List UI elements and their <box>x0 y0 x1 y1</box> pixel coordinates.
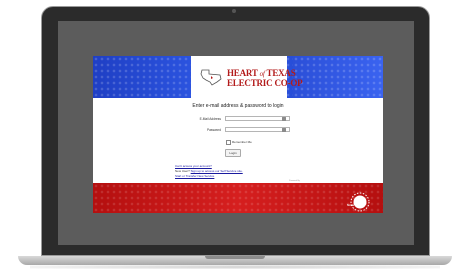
smarthub-badge-text: SmartHub <box>347 203 362 207</box>
header-band-blue-right <box>293 56 383 98</box>
smarthub-badge-icon <box>350 192 370 212</box>
coop-logo: HEART of TEXAS ELECTRIC CO-OP <box>191 56 303 98</box>
key-icon <box>282 127 286 132</box>
password-label: Password <box>207 128 221 132</box>
transfer-service-link[interactable]: Start or Transfer New Service <box>175 174 214 178</box>
remember-me-label: Remember Me <box>232 139 252 144</box>
logo-heart-of-texas: HEART of TEXAS <box>227 68 296 78</box>
laptop-shadow <box>30 265 440 269</box>
password-field[interactable] <box>225 127 290 132</box>
powered-by-text: Powered By <box>289 180 300 182</box>
key-icon <box>282 116 286 121</box>
login-title: Enter e-mail address & password to login <box>192 103 284 109</box>
logo-electric-coop: ELECTRIC CO-OP <box>227 78 303 88</box>
signup-link[interactable]: Sign up to access our Self Service site. <box>191 169 243 173</box>
login-page: HEART of TEXAS ELECTRIC CO-OP Enter e-ma… <box>93 56 383 213</box>
email-field[interactable] <box>225 116 290 121</box>
footer-band-red <box>93 183 383 213</box>
camera-icon <box>232 9 236 13</box>
new-user-line: New User? Sign up to access our Self Ser… <box>175 169 243 173</box>
forgot-account-link[interactable]: Can't access your account? <box>175 164 212 168</box>
texas-map-icon <box>200 69 222 86</box>
laptop-base-notch <box>205 256 265 259</box>
email-label: E-Mail Address <box>199 117 221 121</box>
login-button[interactable]: Login <box>225 149 241 157</box>
remember-me-checkbox[interactable] <box>226 140 231 145</box>
